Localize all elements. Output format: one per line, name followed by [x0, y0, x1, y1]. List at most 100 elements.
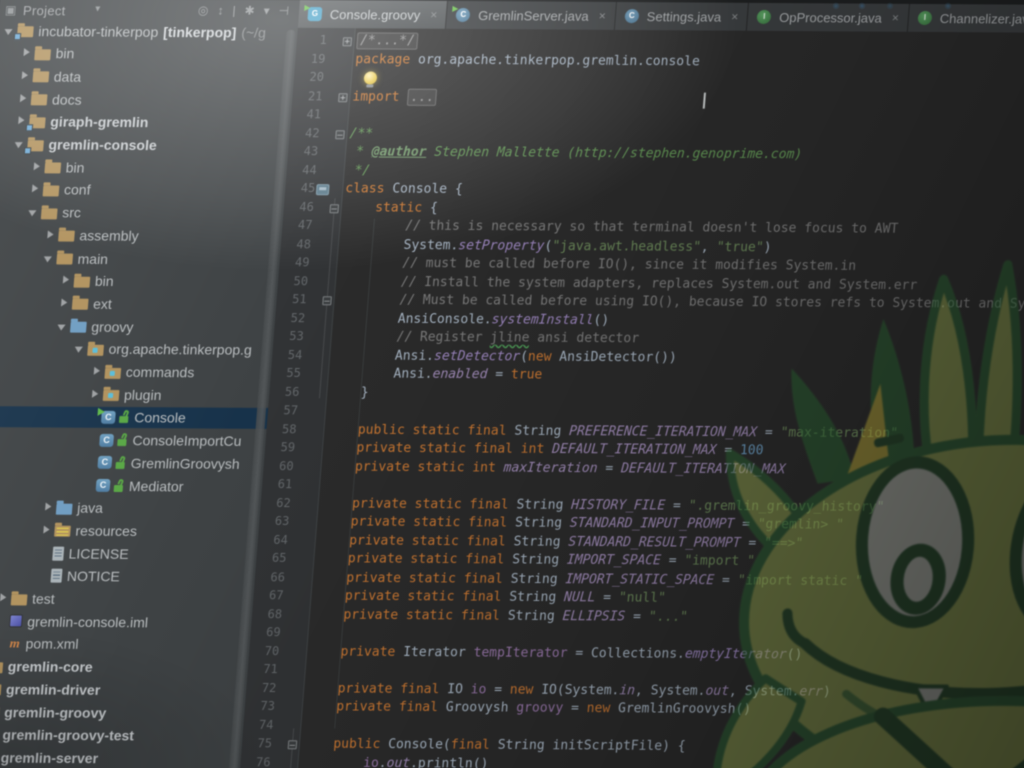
tree-collapsed-arrow-icon[interactable] — [17, 94, 32, 104]
code-line[interactable]: io.out.println() — [300, 755, 489, 768]
code-line[interactable]: Ansi.enabled = true — [330, 366, 543, 386]
close-tab-icon[interactable]: × — [598, 10, 606, 22]
line-number[interactable]: 43 — [287, 144, 318, 163]
tree-item-gremlin-console-iml[interactable]: gremlin-console.iml — [0, 610, 252, 633]
tree-collapsed-arrow-icon[interactable] — [42, 503, 57, 513]
tree-item-docs[interactable]: docs — [0, 88, 293, 111]
tree-item-bin[interactable]: bin — [0, 270, 279, 293]
code-line[interactable]: package org.apache.tinkerpop.gremlin.con… — [355, 52, 701, 73]
line-number[interactable]: 64 — [257, 532, 288, 551]
tree-collapsed-arrow-icon[interactable] — [58, 298, 73, 308]
line-number[interactable]: 19 — [295, 51, 326, 70]
tree-item-notice[interactable]: NOTICE — [0, 565, 256, 588]
code-line[interactable] — [307, 662, 308, 681]
tree-item-test[interactable]: test — [0, 588, 254, 611]
line-number[interactable]: 65 — [256, 551, 287, 570]
code-line[interactable] — [310, 625, 311, 644]
tree-collapsed-arrow-icon[interactable] — [19, 71, 34, 81]
line-number[interactable]: 51 — [276, 292, 307, 311]
tree-item-resources[interactable]: resources — [0, 519, 259, 542]
tree-collapsed-arrow-icon[interactable] — [30, 162, 45, 172]
tree-item-gremlin-core[interactable]: gremlin-core — [0, 656, 249, 679]
line-number[interactable]: 46 — [283, 199, 314, 218]
line-number[interactable]: 57 — [267, 403, 298, 422]
tree-item-giraph-gremlin[interactable]: giraph-gremlin — [0, 111, 291, 134]
code-editor[interactable]: 1+192021+4142–43444546–4748495051–525354… — [237, 28, 1024, 768]
tab-settings-java[interactable]: CSettings.java× — [615, 2, 750, 31]
tree-collapsed-arrow-icon[interactable] — [60, 276, 75, 286]
line-number[interactable]: 54 — [271, 347, 302, 366]
line-number[interactable]: 71 — [247, 662, 278, 681]
tree-expanded-arrow-icon[interactable] — [27, 207, 42, 217]
code-line[interactable]: class Console { — [344, 181, 463, 200]
tree-item-java[interactable]: java — [0, 497, 261, 520]
code-line[interactable]: * @author Stephen Mallette (http://steph… — [347, 144, 802, 165]
tree-expanded-arrow-icon[interactable] — [73, 344, 88, 354]
close-tab-icon[interactable]: × — [430, 9, 438, 21]
line-number[interactable]: 74 — [243, 717, 274, 736]
tree-item-gremlin-groovy-test[interactable]: gremlin-groovy-test — [0, 724, 243, 747]
code-line[interactable]: /** — [349, 126, 374, 145]
line-number[interactable]: 68 — [251, 606, 282, 625]
line-number[interactable]: 50 — [277, 273, 308, 292]
fold-expand-icon[interactable]: + — [338, 93, 348, 102]
code-line[interactable]: */ — [346, 163, 371, 182]
tree-item-consoleimportcu[interactable]: CConsoleImportCu — [0, 429, 266, 452]
code-line[interactable]: import ... — [352, 89, 438, 108]
tree-item-bin[interactable]: bin — [0, 43, 297, 66]
tab-console-groovy[interactable]: GConsole.groovy× — [298, 0, 449, 29]
tree-item-mediator[interactable]: CMediator — [0, 474, 263, 497]
tree-collapsed-arrow-icon[interactable] — [0, 593, 12, 603]
tree-item-src[interactable]: src — [0, 202, 284, 225]
code-line[interactable]: public Console(final String initScriptFi… — [301, 736, 686, 757]
fold-collapse-icon[interactable]: – — [335, 130, 345, 139]
tree-item-data[interactable]: data — [0, 65, 295, 88]
fold-collapse-icon[interactable]: – — [288, 740, 298, 749]
line-number[interactable]: 55 — [270, 366, 301, 385]
tree-collapsed-arrow-icon[interactable] — [29, 185, 44, 195]
code-line[interactable]: private static final String NULL = "null… — [313, 588, 667, 609]
line-number[interactable]: 47 — [282, 218, 313, 237]
tree-item-gremlin-driver[interactable]: gremlin-driver — [0, 678, 247, 701]
tree-collapsed-arrow-icon[interactable] — [91, 367, 106, 377]
tree-collapsed-arrow-icon[interactable] — [89, 389, 104, 399]
fold-expand-icon[interactable]: + — [342, 37, 352, 46]
code-line[interactable] — [303, 718, 304, 737]
tree-item-conf[interactable]: conf — [0, 179, 286, 202]
tree-item-bin[interactable]: bin — [0, 156, 288, 179]
line-number[interactable]: 67 — [253, 588, 284, 607]
tree-expanded-arrow-icon[interactable] — [56, 321, 71, 331]
code-line[interactable] — [321, 477, 322, 496]
line-number[interactable]: 56 — [269, 384, 300, 403]
tree-item-ext[interactable]: ext — [0, 292, 277, 315]
line-number[interactable]: 73 — [244, 699, 275, 718]
tree-item-gremlin-server[interactable]: gremlin-server — [0, 746, 242, 768]
code-line[interactable]: private static final String ELLIPSIS = "… — [311, 607, 688, 628]
tree-item-main[interactable]: main — [0, 247, 281, 270]
tree-item-groovy[interactable]: groovy — [0, 315, 275, 338]
tree-item-plugin[interactable]: plugin — [0, 383, 270, 406]
line-number[interactable]: 59 — [264, 440, 295, 459]
line-number[interactable]: 72 — [245, 680, 276, 699]
tree-expanded-arrow-icon[interactable] — [42, 253, 57, 263]
code-line[interactable] — [350, 107, 351, 126]
intention-bulb-icon[interactable] — [363, 71, 377, 84]
tree-item-commands[interactable]: commands — [0, 361, 272, 384]
line-number[interactable]: 70 — [248, 643, 279, 662]
tree-item-org-apache-tinkerpop-g[interactable]: org.apache.tinkerpop.g — [0, 338, 273, 361]
close-tab-icon[interactable]: × — [731, 11, 739, 23]
line-number[interactable]: 58 — [266, 421, 297, 440]
tree-item-gremlin-groovy[interactable]: gremlin-groovy — [0, 701, 245, 724]
code-line[interactable]: // Register jline ansi detector — [333, 329, 640, 349]
tree-item-pom-xml[interactable]: mpom.xml — [0, 633, 250, 656]
line-number[interactable]: 1 — [296, 33, 327, 52]
line-number[interactable]: 61 — [261, 477, 292, 496]
code-line[interactable]: AnsiConsole.systemInstall() — [334, 311, 609, 331]
code-line[interactable]: private static int maxIteration = DEFAUL… — [323, 459, 786, 481]
close-tab-icon[interactable]: × — [891, 12, 899, 24]
tree-collapsed-arrow-icon[interactable] — [20, 48, 35, 58]
fold-collapse-icon[interactable]: – — [329, 204, 339, 213]
fold-collapse-icon[interactable]: – — [322, 296, 332, 305]
code-line[interactable]: private final Groovysh groovy = new Grem… — [304, 699, 752, 720]
run-class-gutter-icon[interactable] — [316, 184, 330, 195]
